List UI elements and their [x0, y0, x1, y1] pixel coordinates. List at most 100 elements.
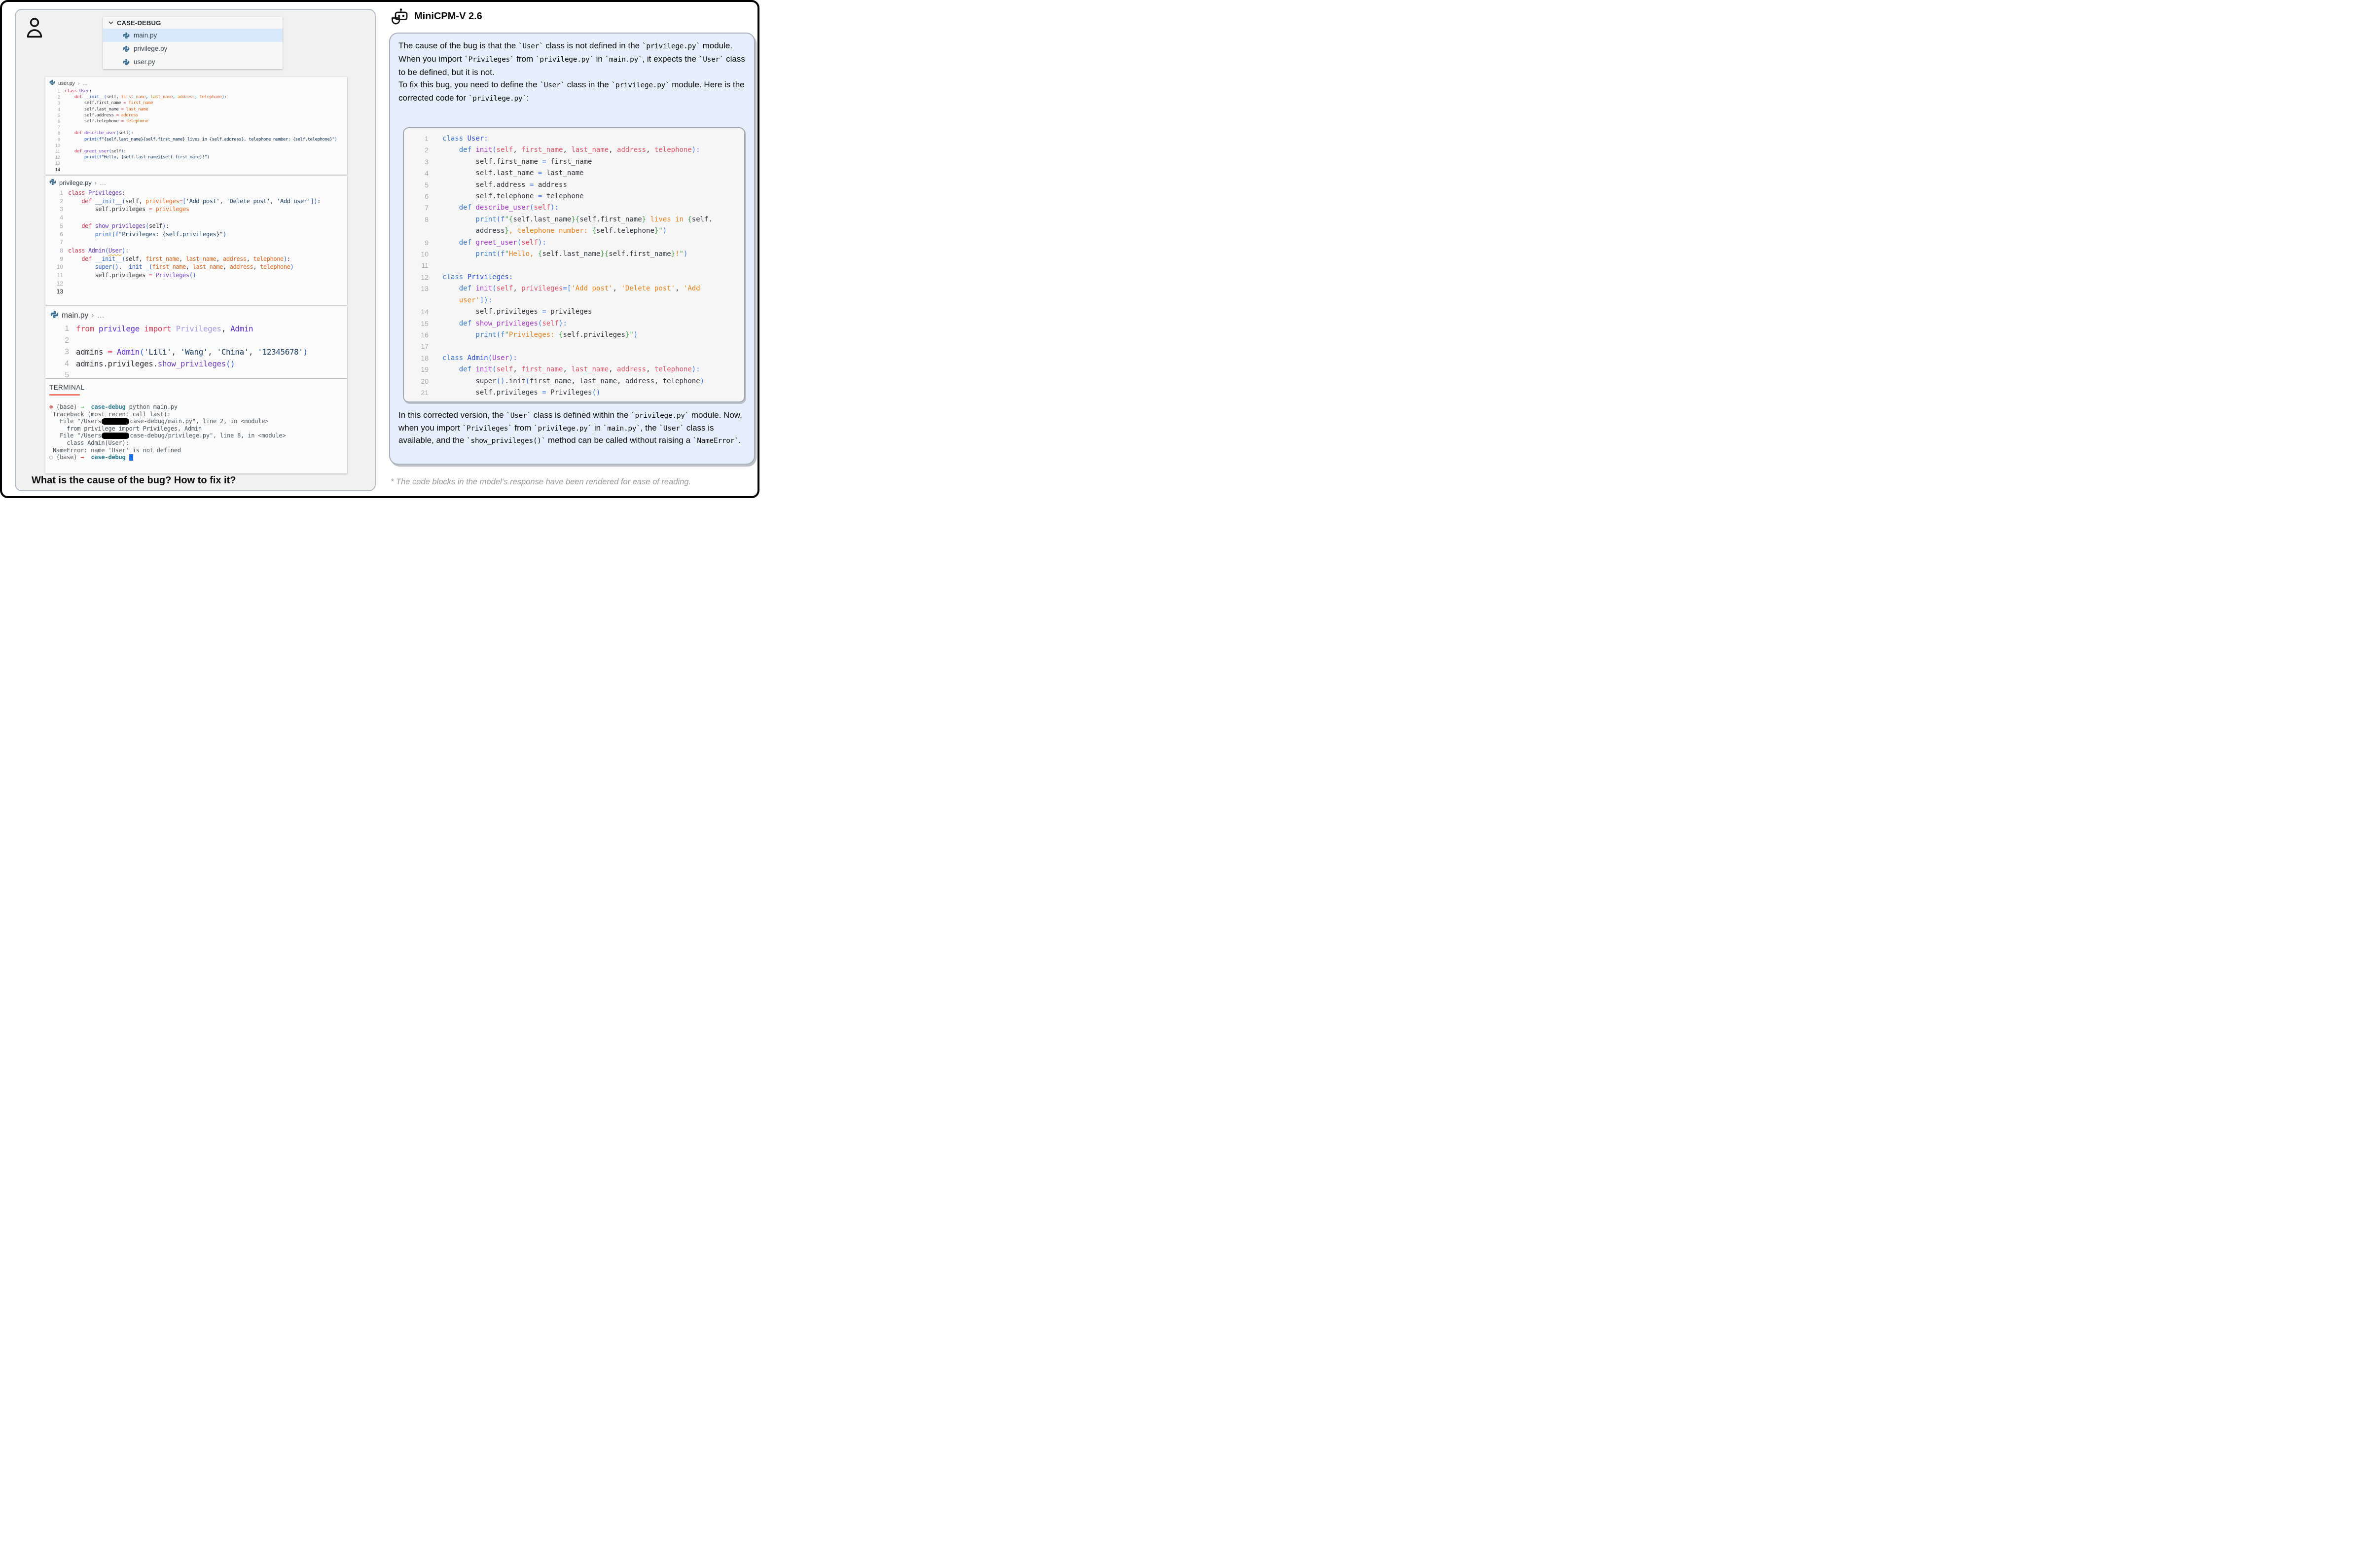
terminal-panel[interactable]: TERMINAL ⊗ (base) → case-debug python ma… — [45, 379, 347, 473]
line-number: 3 — [49, 205, 68, 214]
explorer-root[interactable]: CASE-DEBUG — [103, 17, 283, 29]
inline-code: `Privileges` — [464, 56, 514, 64]
code-line: 11 — [410, 260, 744, 271]
line-number: 4 — [49, 107, 65, 112]
line-number: 8 — [49, 247, 68, 255]
editor-code[interactable]: 1from privilege import Privileges, Admin… — [45, 323, 347, 378]
line-number: 6 — [49, 118, 65, 124]
code-line: 8class Admin(User): — [49, 247, 347, 255]
line-number: 11 — [410, 260, 442, 271]
breadcrumb-separator: › — [95, 179, 97, 186]
inline-code: `User` — [659, 425, 684, 433]
file-name: main.py — [134, 32, 157, 39]
code-line: 4 self.last_name = last_name — [49, 107, 347, 112]
code-line: 5 self.address = address — [410, 180, 744, 191]
line-number — [410, 295, 442, 306]
line-number: 3 — [49, 100, 65, 106]
screenshot-canvas: CASE-DEBUG main.py privilege.py user.py … — [0, 0, 759, 498]
file-name: privilege.py — [134, 45, 167, 52]
line-number: 8 — [410, 214, 442, 225]
line-number: 10 — [410, 249, 442, 260]
code-line: 6 print(f"Privileges: {self.privileges}"… — [49, 230, 347, 239]
terminal-line: File "/Userscase-debug/privilege.py", li… — [49, 432, 347, 439]
terminal-cursor — [129, 454, 133, 461]
inline-text: The cause of the bug is that the — [398, 41, 518, 50]
code-line: 5 self.address = address — [49, 112, 347, 118]
line-number: 5 — [410, 180, 442, 191]
file-row-user-py[interactable]: user.py — [103, 55, 283, 69]
code-line: 2 def __init__(self, first_name, last_na… — [49, 94, 347, 100]
file-row-privilege-py[interactable]: privilege.py — [103, 42, 283, 55]
line-number: 7 — [49, 124, 65, 130]
response-cause-text: The cause of the bug is that the `User` … — [398, 39, 748, 78]
inline-code: `main.py` — [605, 56, 643, 64]
editor-code[interactable]: 1class Privileges:2 def __init__(self, p… — [45, 189, 347, 296]
file-list: main.py privilege.py user.py — [103, 29, 283, 69]
inline-text: In this corrected version, the — [398, 410, 506, 420]
file-name: user.py — [134, 58, 155, 66]
line-number: 13 — [49, 288, 68, 296]
file-explorer: CASE-DEBUG main.py privilege.py user.py — [103, 17, 283, 69]
inline-code: `User` — [540, 81, 565, 89]
response-paragraph-1: The cause of the bug is that the `User` … — [398, 39, 748, 105]
code-line: 13 — [49, 160, 347, 166]
python-icon — [49, 179, 56, 187]
robot-icon — [391, 8, 409, 26]
inline-text: : — [527, 93, 529, 103]
terminal-line: class Admin(User): — [49, 439, 347, 447]
inline-text: in — [594, 54, 605, 64]
editor-privilege-py[interactable]: privilege.py › … 1class Privileges:2 def… — [45, 176, 347, 305]
line-number: 2 — [410, 145, 442, 156]
line-number: 12 — [410, 272, 442, 283]
line-number: 4 — [49, 214, 68, 222]
inline-code: `privilege.py` — [536, 56, 594, 64]
case-panel: CASE-DEBUG main.py privilege.py user.py … — [15, 9, 376, 491]
terminal-line: File "/Userscase-debug/main.py", line 2,… — [49, 418, 347, 425]
line-number: 10 — [49, 143, 65, 148]
line-number: 8 — [49, 130, 65, 136]
code-line: 9 print(f"{self.last_name}{self.first_na… — [49, 137, 347, 143]
editor-user-py[interactable]: user.py › … 1class User:2 def __init__(s… — [45, 77, 347, 175]
inline-code: `User` — [699, 56, 724, 64]
inline-text: class is not defined in the — [543, 41, 642, 50]
editor-main-breadcrumb: main.py › … — [45, 306, 347, 323]
line-number: 16 — [410, 329, 442, 341]
line-number: 11 — [49, 271, 68, 280]
model-name: MiniCPM-V 2.6 — [414, 11, 482, 22]
rendered-code-block: 1class User:2 def init(self, first_name,… — [403, 127, 745, 402]
line-number: 2 — [49, 335, 76, 347]
code-line: 4 self.last_name = last_name — [410, 168, 744, 179]
code-line: 21 self.privileges = Privileges() — [410, 387, 744, 399]
code-line: 8 print(f"{self.last_name}{self.first_na… — [410, 214, 744, 225]
terminal-output[interactable]: ⊗ (base) → case-debug python main.py Tra… — [49, 403, 347, 461]
code-line: 12 — [49, 280, 347, 288]
line-number: 4 — [49, 358, 76, 370]
editor-privilege-breadcrumb: privilege.py › … — [45, 176, 347, 189]
editor-main-py[interactable]: main.py › … 1from privilege import Privi… — [45, 306, 347, 378]
code-line: 8 def describe_user(self): — [49, 130, 347, 136]
python-icon — [49, 79, 55, 87]
user-avatar-icon — [26, 17, 43, 39]
code-line: 15 def show_privileges(self): — [410, 318, 744, 329]
line-number: 1 — [410, 133, 442, 145]
code-line: 9 def greet_user(self): — [410, 237, 744, 249]
code-line: 14 — [49, 167, 347, 173]
code-line: 10 super().__init__(first_name, last_nam… — [49, 263, 347, 271]
code-line: 3admins = Admin('Lili', 'Wang', 'China',… — [49, 346, 347, 358]
inline-text: . — [739, 436, 741, 445]
code-line: 19 def init(self, first_name, last_name,… — [410, 364, 744, 375]
line-number: 21 — [410, 387, 442, 399]
line-number: 12 — [49, 154, 65, 160]
inline-text: , the — [641, 423, 659, 433]
inline-code: `User` — [518, 42, 543, 50]
inline-code: `main.py` — [603, 425, 641, 433]
line-number: 5 — [49, 222, 68, 230]
code-line: 4admins.privileges.show_privileges() — [49, 358, 347, 370]
code-line: 5 — [49, 369, 347, 378]
code-line: 3 self.first_name = first_name — [410, 156, 744, 168]
file-row-main-py[interactable]: main.py — [103, 29, 283, 42]
editor-user-breadcrumb: user.py › … — [45, 77, 347, 88]
editor-code[interactable]: 1class User:2 def __init__(self, first_n… — [45, 88, 347, 173]
line-number: 11 — [49, 148, 65, 154]
inline-code: `privilege.py` — [469, 95, 527, 103]
